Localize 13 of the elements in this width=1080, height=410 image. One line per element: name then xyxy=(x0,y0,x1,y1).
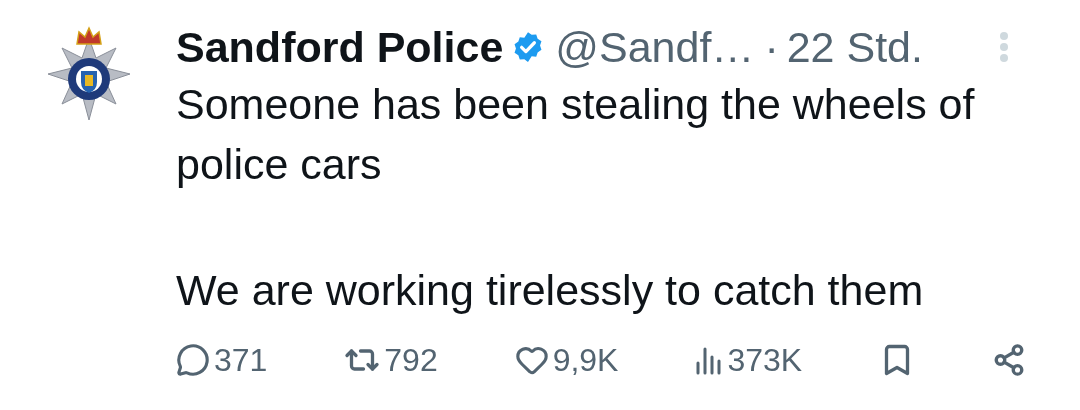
like-button[interactable]: 9,9K xyxy=(514,336,619,384)
post-text: We are working tirelessly to catch them xyxy=(176,265,925,316)
separator-dot: · xyxy=(764,21,779,73)
author-handle[interactable]: @Sandf… xyxy=(555,14,755,80)
post-text: Someone has been stealing the wheels of police cars xyxy=(176,79,976,190)
reply-icon xyxy=(176,343,210,377)
repost-button[interactable]: 792 xyxy=(344,336,438,384)
more-icon xyxy=(1000,32,1008,62)
views-button[interactable]: 373K xyxy=(695,336,803,384)
reply-button[interactable]: 371 xyxy=(176,336,268,384)
post-time[interactable]: 22 Std. xyxy=(786,14,923,80)
bar-chart-icon xyxy=(695,345,724,375)
author-name[interactable]: Sandford Police xyxy=(176,14,504,80)
